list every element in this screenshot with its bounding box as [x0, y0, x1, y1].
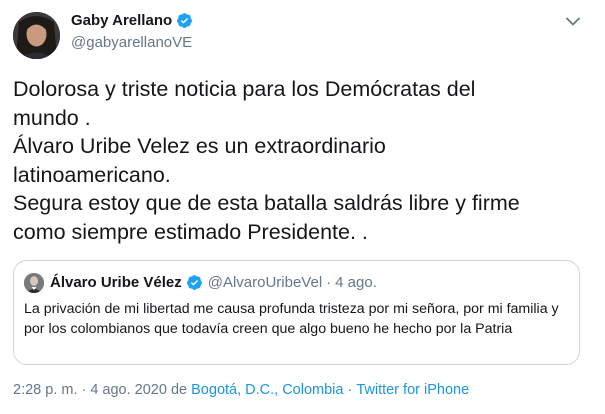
tweet-card: Gaby Arellano @gabyarellanoVE Dolorosa y…	[0, 0, 605, 414]
source-link[interactable]: Twitter for iPhone	[356, 382, 469, 398]
author-display-name[interactable]: Gaby Arellano	[71, 12, 172, 29]
author-handle[interactable]: @gabyarellanoVE	[71, 34, 192, 51]
tweet-meta: 2:28 p. m. · 4 ago. 2020 de Bogotá, D.C., …	[13, 382, 469, 398]
quoted-tweet[interactable]: Álvaro Uribe Vélez @AlvaroUribeVel · 4 a…	[13, 260, 580, 365]
meta-separator: ·	[81, 382, 87, 398]
tweet-text-line: mundo .	[13, 105, 91, 130]
tweet-text-line: Dolorosa y triste noticia para los Demóc…	[13, 77, 476, 101]
quoted-handle[interactable]: @AlvaroUribeVel	[208, 274, 322, 291]
quoted-header: Álvaro Uribe Vélez @AlvaroUribeVel · 4 a…	[50, 274, 377, 291]
tweet-text-line: latinoamericano.	[13, 162, 171, 187]
verified-badge-icon	[186, 274, 203, 291]
quoted-separator: ·	[326, 274, 332, 291]
author-avatar[interactable]	[13, 12, 60, 59]
tweet-text-line: Segura estoy que de esta batalla saldrás…	[13, 191, 520, 215]
tweet-text-line: Álvaro Uribe Velez es un extraordinario	[13, 134, 386, 158]
tweet-text: Dolorosa y triste noticia para los Demóc…	[13, 75, 593, 246]
tweet-date[interactable]: 4 ago. 2020	[90, 382, 167, 398]
quoted-text: La privación de mi libertad me causa pro…	[24, 301, 559, 337]
location-link[interactable]: Bogotá, D.C., Colombia	[191, 382, 343, 398]
verified-badge-icon	[176, 12, 193, 29]
tweet-time[interactable]: 2:28 p. m.	[13, 382, 77, 398]
meta-from-label: de	[170, 382, 188, 398]
quoted-display-name[interactable]: Álvaro Uribe Vélez	[50, 274, 182, 291]
chevron-down-icon	[566, 13, 580, 31]
tweet-menu-button[interactable]	[562, 11, 584, 33]
quoted-author-avatar[interactable]	[24, 273, 44, 293]
meta-separator: ·	[347, 382, 353, 398]
author-name-row[interactable]: Gaby Arellano	[71, 12, 193, 29]
tweet-text-line: como siempre estimado Presidente. .	[13, 219, 368, 244]
quoted-timestamp[interactable]: 4 ago.	[335, 274, 377, 291]
